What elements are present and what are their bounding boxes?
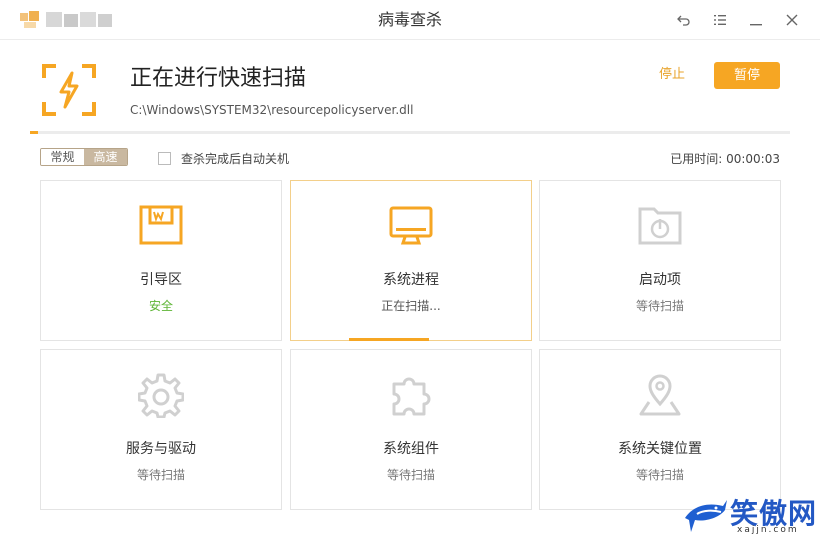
card-boot-sector[interactable]: 引导区 安全 [40,180,282,341]
card-name: 引导区 [140,272,182,288]
card-name: 系统关键位置 [618,441,702,457]
card-system-process[interactable]: 系统进程 正在扫描... [290,180,532,341]
minimize-icon[interactable] [746,10,766,30]
bootsector-icon [41,203,281,249]
card-startup-items[interactable]: 启动项 等待扫描 [539,180,781,341]
monitor-icon [291,203,531,249]
card-status: 正在扫描... [381,299,441,313]
gear-icon [41,372,281,418]
menu-icon[interactable] [710,10,730,30]
pause-button[interactable]: 暂停 [714,62,780,89]
card-status: 等待扫描 [386,468,435,482]
elapsed-time: 已用时间: 00:00:03 [670,152,780,166]
scan-title: 正在进行快速扫描 [130,66,307,91]
scan-mode-toggle: 常规 高速 [40,148,128,166]
lightning-scan-icon [42,64,96,116]
scan-progress-bar [30,131,790,134]
shark-logo-icon [685,500,727,532]
scan-progress-fill [30,131,38,134]
card-services-drivers[interactable]: 服务与驱动 等待扫描 [40,349,282,510]
card-name: 服务与驱动 [126,441,196,457]
card-active-indicator [349,338,429,341]
puzzle-icon [291,372,531,418]
card-status: 等待扫描 [136,468,185,482]
auto-shutdown-option[interactable]: 查杀完成后自动关机 [158,150,289,167]
location-pin-icon [540,372,780,418]
close-icon[interactable] [782,10,802,30]
card-name: 系统进程 [383,272,439,288]
card-name: 系统组件 [383,441,439,457]
back-icon[interactable] [674,10,694,30]
watermark-url: xajjn.com [737,525,799,535]
mode-normal-option[interactable]: 常规 [41,149,84,165]
card-system-components[interactable]: 系统组件 等待扫描 [290,349,532,510]
watermark: 笑傲网 xajjn.com [683,492,816,538]
mode-fast-option[interactable]: 高速 [84,149,127,165]
card-key-locations[interactable]: 系统关键位置 等待扫描 [539,349,781,510]
window-title: 病毒查杀 [377,10,442,29]
card-status: 安全 [148,299,173,313]
card-status: 等待扫描 [635,468,684,482]
current-file-path: C:\Windows\SYSTEM32\resourcepolicyserver… [130,103,414,117]
stop-button[interactable]: 停止 [648,64,696,86]
auto-shutdown-checkbox[interactable] [158,152,171,165]
power-folder-icon [540,203,780,249]
card-status: 等待扫描 [635,299,684,313]
title-bar: 病毒查杀 [0,0,820,40]
card-name: 启动项 [639,272,681,288]
auto-shutdown-label: 查杀完成后自动关机 [181,152,290,166]
